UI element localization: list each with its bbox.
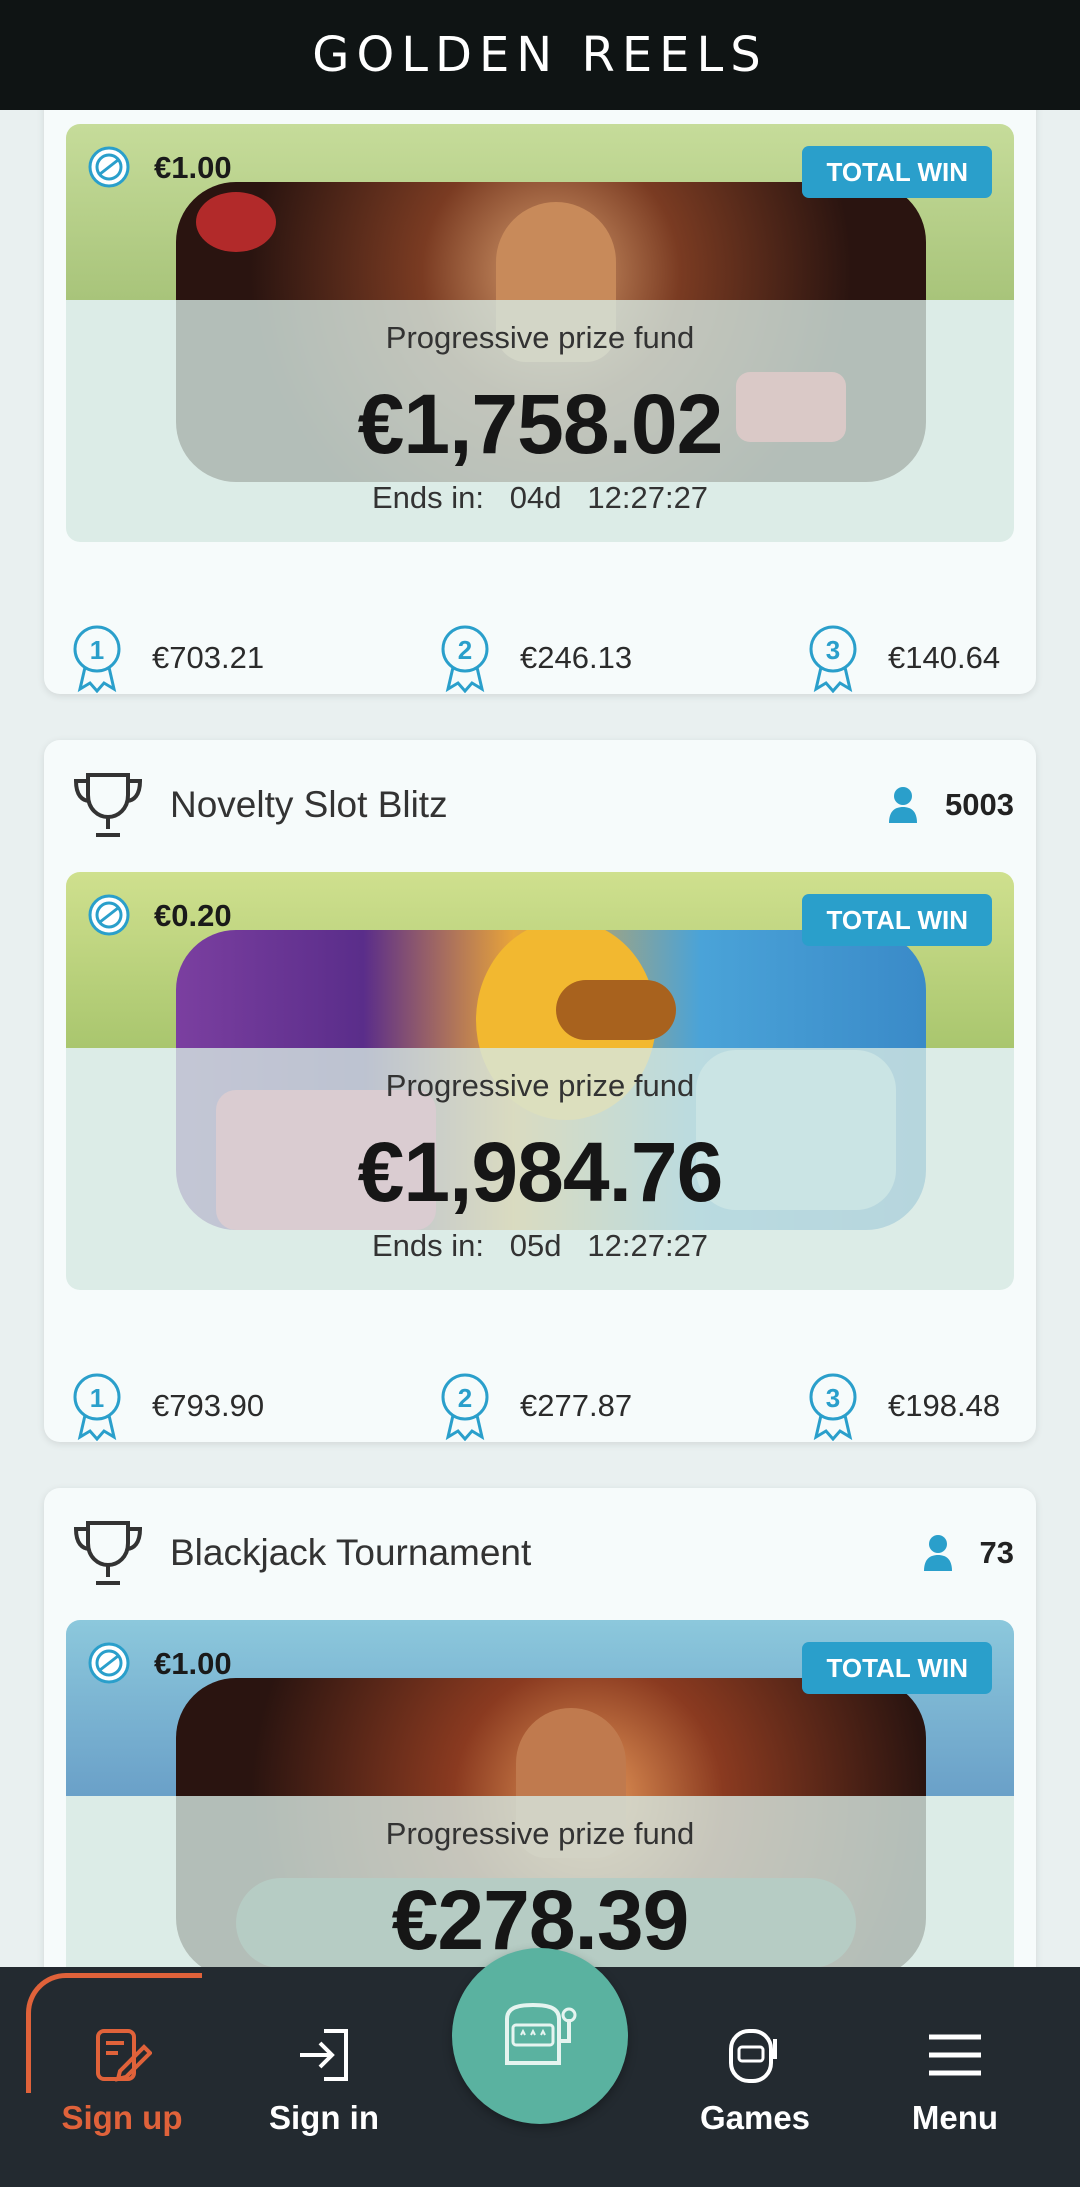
medal-1-icon: 1: [73, 625, 121, 693]
prize-amount: €277.87: [520, 1388, 633, 1423]
user-icon: [923, 1535, 952, 1571]
nav-menu[interactable]: Menu: [880, 1967, 1030, 2187]
prize-item: 2 €246.13: [412, 618, 780, 694]
coin-icon: [88, 146, 130, 188]
signup-icon: [96, 2029, 152, 2082]
prize-item: 1 €703.21: [44, 618, 412, 694]
ends-time: 12:27:27: [587, 1228, 709, 1263]
prize-fund-value: €1,984.76: [357, 1125, 724, 1219]
prize-list: 1 €703.21 2 €246.13 3 €140.64: [44, 618, 1036, 694]
nav-label: Games: [699, 2099, 811, 2136]
coin-icon: [88, 1642, 130, 1684]
nav-games[interactable]: Games: [680, 1967, 830, 2187]
svg-text:2: 2: [458, 635, 472, 665]
coin-icon: [88, 894, 130, 936]
tournament-banner[interactable]: €0.20 TOTAL WIN Progressive prize fund €…: [66, 872, 1014, 1290]
svg-text:2: 2: [458, 1383, 472, 1413]
prize-item: 1 €793.90: [44, 1366, 412, 1442]
bet-amount: €1.00: [154, 1646, 232, 1681]
total-win-badge: TOTAL WIN: [802, 146, 992, 198]
card-header: Novelty Slot Blitz 5003: [44, 740, 1036, 870]
medal-3-icon: 3: [809, 625, 857, 693]
nav-label: Sign up: [61, 2099, 183, 2136]
medal-2-icon: 2: [441, 1373, 489, 1441]
trophy-icon: [70, 1517, 146, 1589]
brand-logo[interactable]: GOLDEN REELS: [312, 27, 767, 83]
players-count: 5003: [945, 787, 1014, 822]
prize-fund-label: Progressive prize fund: [385, 320, 695, 355]
casino-center-button[interactable]: [452, 1948, 628, 2124]
svg-text:3: 3: [826, 1383, 840, 1413]
prize-amount: €246.13: [520, 640, 633, 675]
total-win-badge: TOTAL WIN: [802, 894, 992, 946]
slot-machine-icon: [505, 2002, 577, 2065]
ends-days: 05d: [509, 1228, 562, 1263]
players-count: 73: [979, 1535, 1014, 1570]
prize-fund-value: €1,758.02: [357, 377, 724, 471]
nav-label: Menu: [911, 2099, 999, 2136]
svg-text:1: 1: [90, 635, 104, 665]
nav-signup[interactable]: Sign up: [40, 1967, 204, 2187]
prize-amount: €198.48: [888, 1388, 1001, 1423]
ends-label: Ends in:: [371, 480, 484, 515]
slot-machine-icon: [729, 2029, 777, 2083]
prize-amount: €793.90: [152, 1388, 265, 1423]
tournament-title: Blackjack Tournament: [170, 1532, 532, 1573]
hamburger-icon: [929, 2034, 981, 2076]
app-header: GOLDEN REELS: [0, 0, 1080, 110]
ends-in: Ends in: 05d 12:27:27: [66, 1228, 1014, 1264]
prize-item: 2 €277.87: [412, 1366, 780, 1442]
user-icon: [889, 787, 918, 823]
svg-text:1: 1: [90, 1383, 104, 1413]
medal-3-icon: 3: [809, 1373, 857, 1441]
medal-2-icon: 2: [441, 625, 489, 693]
ends-in: Ends in: 04d 12:27:27: [66, 480, 1014, 516]
prize-amount: €703.21: [152, 640, 265, 675]
prize-item: 3 €198.48: [780, 1366, 1036, 1442]
prize-list: 1 €793.90 2 €277.87 3 €198.48: [44, 1366, 1036, 1442]
medal-1-icon: 1: [73, 1373, 121, 1441]
tournament-title: Novelty Slot Blitz: [170, 784, 448, 825]
ends-label: Ends in:: [371, 1228, 484, 1263]
prize-fund-label: Progressive prize fund: [385, 1816, 695, 1851]
card-header: Blackjack Tournament 73: [44, 1488, 1036, 1618]
svg-text:3: 3: [826, 635, 840, 665]
tournament-card[interactable]: Novelty Slot Blitz 5003 €0.20 TOTAL WIN …: [44, 740, 1036, 1442]
ends-days: 04d: [509, 480, 562, 515]
nav-label: Sign in: [269, 2099, 379, 2136]
prize-fund-label: Progressive prize fund: [385, 1068, 695, 1103]
prize-amount: €140.64: [888, 640, 1001, 675]
tournament-card[interactable]: €1.00 TOTAL WIN Progressive prize fund €…: [44, 76, 1036, 694]
total-win-badge: TOTAL WIN: [802, 1642, 992, 1694]
bet-amount: €1.00: [154, 150, 232, 185]
nav-signin[interactable]: Sign in: [244, 1967, 404, 2187]
prize-item: 3 €140.64: [780, 618, 1036, 694]
tournament-banner[interactable]: €1.00 TOTAL WIN Progressive prize fund €…: [66, 124, 1014, 542]
ends-time: 12:27:27: [587, 480, 709, 515]
bet-amount: €0.20: [154, 898, 232, 933]
sign-in-icon: [300, 2029, 348, 2081]
trophy-icon: [70, 769, 146, 841]
